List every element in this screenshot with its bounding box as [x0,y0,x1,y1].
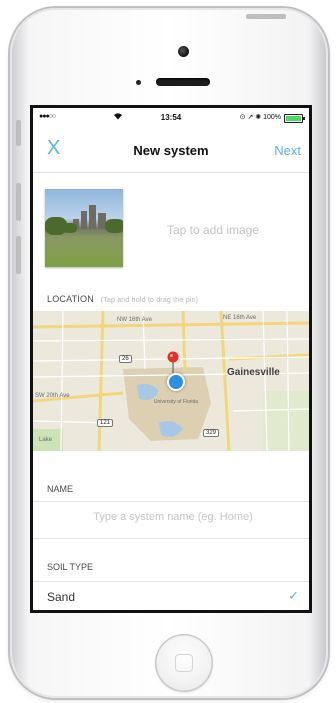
front-camera [178,46,189,57]
battery-icon [284,114,305,123]
add-image-label[interactable]: Tap to add image [128,223,298,237]
system-photo-thumbnail[interactable] [45,189,123,267]
page-title: New system [133,143,209,158]
system-name-input[interactable] [47,510,299,524]
home-square-icon [175,654,193,672]
location-section-label: LOCATION (Tap and hold to drag the pin) [47,294,198,304]
divider [33,538,309,539]
map-street-label: NE 16th Ave [223,315,257,321]
volume-down-button [16,236,21,274]
checkmark-icon: ✓ [288,588,299,603]
divider [33,501,309,502]
road-shield: 329 [203,429,220,437]
location-hint: (Tap and hold to drag the pin) [100,297,199,304]
status-bar: ●●●○○ 13:54 ⊙ ↗ ✺ 100% [33,108,309,128]
app-screen: ●●●○○ 13:54 ⊙ ↗ ✺ 100% X New system Next… [33,108,309,610]
map-lake-label: Lake [39,437,53,443]
navigation-bar: X New system Next [33,128,309,173]
map-city-label: Gainesville [227,367,280,378]
map-campus-label: University of Florida [153,399,199,405]
mute-switch [16,120,21,146]
next-button[interactable]: Next [274,143,301,158]
proximity-sensor [136,80,141,85]
road-shield: 26 [119,355,132,363]
soil-type-label: SOIL TYPE [47,562,94,572]
map-street-label: SW 20th Ave [35,393,70,399]
soil-option-sand[interactable]: Sand ✓ [33,585,309,607]
road-shield: 121 [97,419,114,427]
home-button[interactable] [155,634,213,692]
volume-up-button [16,183,21,221]
name-label: NAME [47,484,74,494]
location-label: LOCATION [47,294,94,304]
soil-option-label: Sand [47,590,76,604]
earpiece-speaker [156,78,210,86]
status-indicators: ⊙ ↗ ✺ 100% [239,114,281,121]
map-street-label: NW 16th Ave [117,317,152,323]
divider [33,581,309,582]
location-map[interactable]: NW 16th Ave NE 16th Ave SW 20th Ave Univ… [33,311,309,451]
current-location-icon [167,373,185,391]
image-picker-row[interactable]: Tap to add image [33,173,309,283]
map-pin-icon[interactable] [167,351,179,373]
power-button [246,14,286,19]
